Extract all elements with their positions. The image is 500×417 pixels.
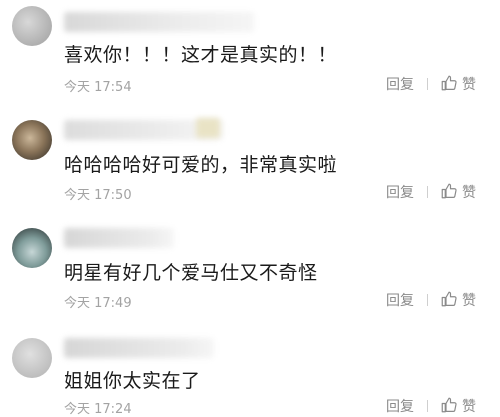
thumbs-up-icon[interactable]	[440, 182, 458, 200]
reply-button[interactable]: 回复	[386, 74, 414, 94]
avatar[interactable]	[12, 338, 52, 378]
comment-text: 喜欢你！！！这才是真实的！！	[64, 44, 338, 66]
like-button[interactable]: 赞	[462, 396, 476, 416]
action-divider	[427, 400, 428, 412]
comment-text: 姐姐你太实在了	[64, 370, 201, 392]
comment-item: 明星有好几个爱马仕又不奇怪 今天 17:49 回复 赞	[0, 212, 500, 320]
like-button[interactable]: 赞	[462, 290, 476, 310]
comment-item: 姐姐你太实在了 今天 17:24 回复 赞	[0, 322, 500, 417]
like-button[interactable]: 赞	[462, 182, 476, 202]
comment-time: 今天 17:24	[64, 402, 132, 417]
reply-button[interactable]: 回复	[386, 290, 414, 310]
comment-text: 明星有好几个爱马仕又不奇怪	[64, 262, 318, 284]
action-divider	[427, 294, 428, 306]
action-divider	[427, 186, 428, 198]
avatar[interactable]	[12, 228, 52, 268]
comment-time: 今天 17:50	[64, 188, 132, 203]
username-badge-blurred	[196, 118, 220, 138]
like-button[interactable]: 赞	[462, 74, 476, 94]
comment-time: 今天 17:49	[64, 296, 132, 311]
thumbs-up-icon[interactable]	[440, 290, 458, 308]
comment-text: 哈哈哈哈好可爱的，非常真实啦	[64, 154, 338, 176]
action-divider	[427, 78, 428, 90]
comment-time: 今天 17:54	[64, 80, 132, 95]
reply-button[interactable]: 回复	[386, 182, 414, 202]
thumbs-up-icon[interactable]	[440, 74, 458, 92]
avatar[interactable]	[12, 6, 52, 46]
username-blurred[interactable]	[64, 338, 214, 358]
username-blurred[interactable]	[64, 228, 174, 248]
comment-item: 喜欢你！！！这才是真实的！！ 今天 17:54 回复 赞	[0, 0, 500, 104]
reply-button[interactable]: 回复	[386, 396, 414, 416]
comment-item: 哈哈哈哈好可爱的，非常真实啦 今天 17:50 回复 赞	[0, 104, 500, 208]
thumbs-up-icon[interactable]	[440, 396, 458, 414]
avatar[interactable]	[12, 120, 52, 160]
username-blurred[interactable]	[64, 12, 254, 32]
